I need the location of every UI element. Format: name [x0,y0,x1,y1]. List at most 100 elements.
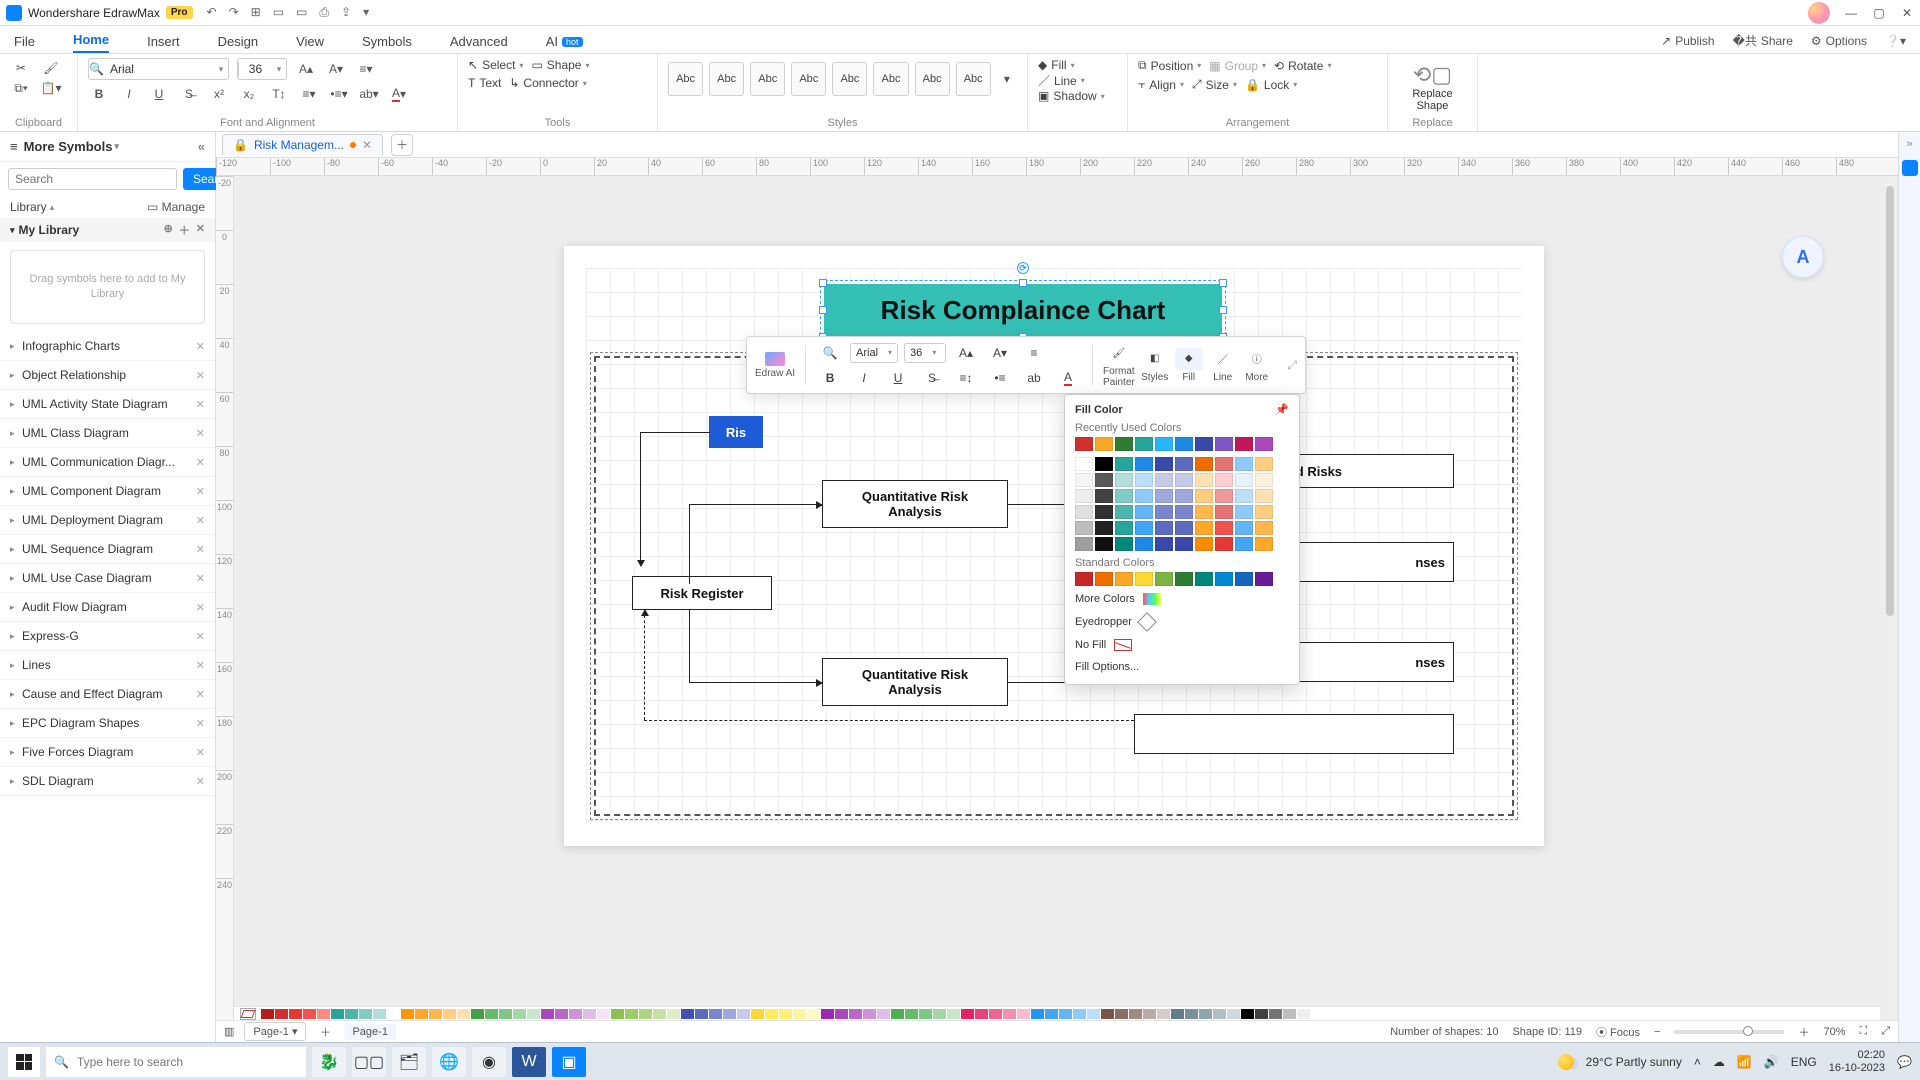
category-item[interactable]: ▸UML Use Case Diagram✕ [0,564,215,593]
connector[interactable] [779,682,822,683]
strip-swatch[interactable] [625,1009,638,1019]
panel-collapse-button[interactable]: « [198,139,205,154]
color-swatch[interactable] [1115,473,1133,487]
strip-swatch[interactable] [681,1009,694,1019]
color-swatch[interactable] [1135,457,1153,471]
connector-tool[interactable]: ↳ Connector▾ [509,76,586,90]
connector[interactable] [689,504,779,505]
replace-shape-icon[interactable]: ⟲▢ [1413,62,1452,88]
zoom-in[interactable]: ＋ [1798,1024,1809,1040]
strip-swatch[interactable] [849,1009,862,1019]
strip-swatch[interactable] [807,1009,820,1019]
category-item[interactable]: ▸UML Class Diagram✕ [0,419,215,448]
document-tab[interactable]: 🔒 Risk Managem... ✕ [222,134,383,155]
color-swatch[interactable] [1175,537,1193,551]
mini-fill[interactable]: ◆ [1175,348,1203,370]
qra-box-1[interactable]: Quantitative Risk Analysis [822,480,1008,528]
category-item[interactable]: ▸Lines✕ [0,651,215,680]
color-swatch[interactable] [1135,437,1153,451]
assistant-badge[interactable]: A [1782,236,1824,278]
strip-swatch[interactable] [1045,1009,1058,1019]
font-name-select[interactable]: 🔍Arial▾ [88,58,229,80]
strip-swatch[interactable] [1087,1009,1100,1019]
category-item[interactable]: ▸Audit Flow Diagram✕ [0,593,215,622]
qat-new-button[interactable]: ⊞ [251,5,261,20]
strip-swatch[interactable] [569,1009,582,1019]
mini-size-select[interactable]: 36▾ [904,343,946,363]
color-swatch[interactable] [1235,437,1253,451]
color-swatch[interactable] [1095,521,1113,535]
lock-dropdown[interactable]: 🔒 Lock▾ [1245,78,1297,92]
strip-swatch[interactable] [345,1009,358,1019]
color-swatch[interactable] [1215,473,1233,487]
strip-swatch[interactable] [541,1009,554,1019]
color-swatch[interactable] [1235,457,1253,471]
tab-home[interactable]: Home [73,32,109,53]
more-symbols-label[interactable]: More Symbols [24,139,113,154]
color-swatch[interactable] [1255,537,1273,551]
cut-button[interactable]: ✂ [10,58,32,78]
resize-handle[interactable] [1219,279,1227,287]
qat-export-button[interactable]: ⇪ [341,5,351,20]
text-tool[interactable]: T Text [468,76,501,90]
library-label[interactable]: Library [10,200,47,214]
category-item[interactable]: ▸UML Component Diagram✕ [0,477,215,506]
category-item[interactable]: ▸UML Deployment Diagram✕ [0,506,215,535]
mini-inc-font[interactable]: A▴ [952,342,980,364]
tray-volume-icon[interactable]: 🔊 [1764,1055,1779,1069]
color-swatch[interactable] [1175,521,1193,535]
color-swatch[interactable] [1235,505,1253,519]
font-size-select[interactable]: 36▾ [237,58,287,80]
color-swatch[interactable] [1115,537,1133,551]
strip-swatch[interactable] [835,1009,848,1019]
position-dropdown[interactable]: ⧉ Position▾ [1138,58,1201,73]
color-swatch[interactable] [1095,489,1113,503]
color-swatch[interactable] [1195,437,1213,451]
color-swatch[interactable] [1255,489,1273,503]
empty-box[interactable] [1134,714,1454,754]
fill-dropdown[interactable]: ◆ Fill▾ [1038,58,1117,72]
mini-expand-icon[interactable]: ⤢ [1287,358,1297,373]
color-swatch[interactable] [1115,505,1133,519]
shape-tool[interactable]: ▭ Shape▾ [531,58,589,72]
color-swatch[interactable] [1215,457,1233,471]
doc-tab-close[interactable]: ✕ [362,138,372,152]
mylib-plus[interactable]: ＋ [179,222,190,238]
edraw-ai-icon[interactable] [765,352,785,366]
color-swatch[interactable] [1255,505,1273,519]
strip-swatch[interactable] [583,1009,596,1019]
mini-search-icon[interactable]: 🔍 [816,342,844,364]
strip-swatch[interactable] [709,1009,722,1019]
strip-swatch[interactable] [919,1009,932,1019]
paste-button[interactable]: 📋▾ [40,78,62,98]
tray-chevron[interactable]: ˄ [1694,1055,1701,1069]
strip-swatch[interactable] [261,1009,274,1019]
strip-swatch[interactable] [1269,1009,1282,1019]
color-swatch[interactable] [1095,437,1113,451]
category-close[interactable]: ✕ [196,775,205,788]
more-colors-link[interactable]: More Colors [1075,588,1289,610]
tab-symbols[interactable]: Symbols [362,34,412,53]
category-item[interactable]: ▸Express-G✕ [0,622,215,651]
category-close[interactable]: ✕ [196,746,205,759]
mini-styles[interactable]: ◧ [1141,348,1169,370]
mini-spacing[interactable]: ≡↕ [952,367,980,389]
category-item[interactable]: ▸Cause and Effect Diagram✕ [0,680,215,709]
color-swatch[interactable] [1195,457,1213,471]
mini-italic[interactable]: I [850,367,878,389]
tray-clock[interactable]: 02:20 16-10-2023 [1829,1049,1885,1073]
category-close[interactable]: ✕ [196,427,205,440]
resize-handle[interactable] [819,279,827,287]
copy-button[interactable]: ⧉▾ [10,78,32,98]
superscript-button[interactable]: x² [208,84,230,104]
style-card[interactable]: Abc [915,62,950,96]
color-swatch[interactable] [1175,457,1193,471]
color-swatch[interactable] [1255,521,1273,535]
fit-page-button[interactable]: ⛶ [1859,1025,1867,1038]
strip-swatch[interactable] [793,1009,806,1019]
align-dropdown2[interactable]: ⫟ Align▾ [1138,77,1184,92]
taskbar-search[interactable]: 🔍 Type here to search [46,1047,306,1077]
mini-bullets[interactable]: •≡ [986,367,1014,389]
bullets-button[interactable]: •≡▾ [328,84,350,104]
connector[interactable] [1008,504,1068,505]
